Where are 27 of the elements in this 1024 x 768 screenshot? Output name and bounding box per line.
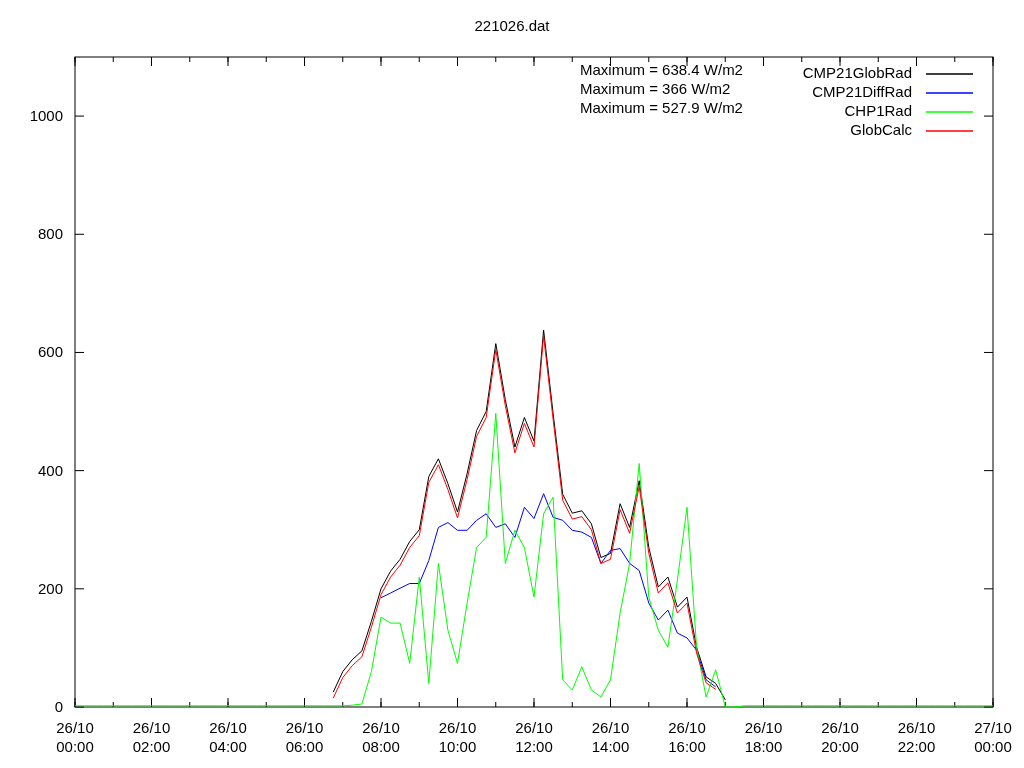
y-tick-label: 600 xyxy=(37,343,63,361)
y-tick-label: 400 xyxy=(37,461,63,479)
x-tick-label: 26/10 12:00 xyxy=(515,719,553,755)
legend-label: CMP21DiffRad xyxy=(812,83,912,100)
x-tick-label: 26/10 18:00 xyxy=(744,719,783,755)
y-tick-label: 0 xyxy=(54,698,63,715)
x-tick-label: 26/10 02:00 xyxy=(132,719,171,755)
x-tick-label: 26/10 16:00 xyxy=(668,719,706,755)
legend-label: CMP21GlobRad xyxy=(802,64,912,81)
x-tick-label: 26/10 14:00 xyxy=(591,719,630,755)
x-tick-label: 26/10 00:00 xyxy=(56,719,94,755)
maximum-annotation: Maximum = 527.9 W/m2 xyxy=(580,99,743,116)
x-tick-label: 26/10 10:00 xyxy=(438,719,477,755)
x-tick-label: 27/10 00:00 xyxy=(974,719,1012,755)
y-tick-label: 1000 xyxy=(29,107,63,125)
x-tick-label: 26/10 22:00 xyxy=(897,719,936,755)
chart-title: 221026.dat xyxy=(474,17,550,34)
x-tick-label: 26/10 06:00 xyxy=(285,719,324,755)
legend-label: GlobCalc xyxy=(850,121,912,138)
maximum-annotation: Maximum = 638.4 W/m2 xyxy=(580,61,743,78)
x-tick-label: 26/10 04:00 xyxy=(209,719,247,755)
maximum-annotation: Maximum = 366 W/m2 xyxy=(580,80,731,97)
legend-label: CHP1Rad xyxy=(844,102,912,119)
x-tick-label: 26/10 20:00 xyxy=(821,719,859,755)
x-tick-label: 26/10 08:00 xyxy=(362,719,400,755)
y-tick-label: 800 xyxy=(37,225,63,243)
y-tick-label: 200 xyxy=(37,579,63,597)
